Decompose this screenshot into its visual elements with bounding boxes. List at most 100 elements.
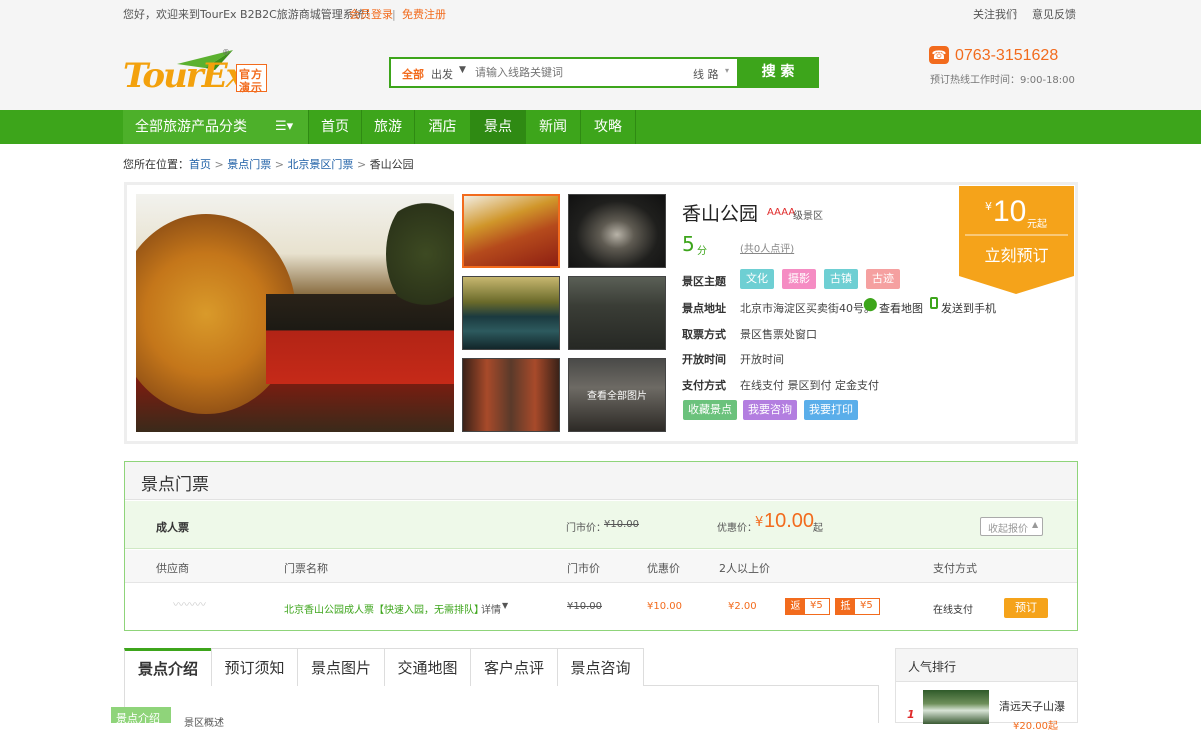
col-supplier: 供应商 [156, 562, 189, 575]
payment-label: 支付方式 [682, 379, 726, 392]
nav-news[interactable]: 新闻 [526, 110, 580, 144]
hotline-hours: 预订热线工作时间：9:00-18:00 [930, 75, 1075, 86]
search-type-select[interactable]: 线 路 [693, 66, 719, 82]
book-now-button[interactable]: 立刻预订 [959, 242, 1074, 266]
sale-price-label: 优惠价： [717, 523, 757, 534]
mobile-icon [930, 297, 938, 309]
tab-reviews[interactable]: 客户点评 [470, 648, 558, 686]
nav-attractions[interactable]: 景点 [471, 110, 525, 144]
market-price: ¥10.00 [604, 519, 639, 530]
search-input[interactable] [475, 60, 683, 85]
search-bar: 全部 出发 ▼ 线 路 ▾ 搜 索 [389, 57, 819, 88]
welcome-text: 您好，欢迎来到TourEx B2B2C旅游商城管理系统！ [123, 8, 376, 21]
thumbnail-6[interactable]: 查看全部图片 [568, 358, 666, 432]
tickets-section: 景点门票 成人票 门市价： ¥10.00 优惠价： ¥ 10.00 起 收起报价… [124, 461, 1078, 631]
consult-button[interactable]: 我要咨询 [743, 400, 797, 420]
official-demo-badge: 官方 演示 [236, 64, 267, 94]
hotline-number: 0763-3151628 [955, 47, 1059, 64]
search-scope-depart[interactable]: 出发 [431, 66, 453, 82]
chevron-up-icon: ▲ [1032, 520, 1039, 529]
tab-photos[interactable]: 景点图片 [297, 648, 385, 686]
market-price-label: 门市价： [566, 523, 606, 534]
nav-hotel[interactable]: 酒店 [415, 110, 470, 144]
tab-traffic-map[interactable]: 交通地图 [384, 648, 471, 686]
floating-section-tab[interactable]: 景点介绍 [111, 707, 171, 725]
hotline: ☎ 0763-3151628 预订热线工作时间：9:00-18:00 [929, 46, 1099, 86]
col-market-price: 门市价 [567, 562, 600, 575]
pickup-value: 景区售票处窗口 [740, 328, 817, 341]
ticket-name-link[interactable]: 北京香山公园成人票【快速入园，无需排队】 [284, 601, 484, 616]
ranking-title: 人气排行 [908, 660, 957, 674]
price-ribbon[interactable]: ¥ 10 元起 立刻预订 [959, 186, 1074, 294]
rebate-badge: 返 ¥5 [785, 598, 830, 615]
reviews-link[interactable]: (共0人点评) [740, 240, 794, 255]
chevron-down-icon: ▼ [502, 601, 509, 610]
view-all-photos-link[interactable]: 查看全部图片 [569, 387, 665, 402]
pickup-label: 取票方式 [682, 328, 726, 341]
attraction-level-suffix: 级景区 [793, 211, 823, 222]
ticket-detail-link[interactable]: 详情 [481, 601, 501, 616]
breadcrumb: 您所在位置：首页 > 景点门票 > 北京景区门票 > 香山公园 [123, 158, 414, 171]
book-ticket-button[interactable]: 预订 [1004, 598, 1048, 618]
tab-consult[interactable]: 景点咨询 [557, 648, 644, 686]
theme-tag[interactable]: 古镇 [824, 269, 858, 289]
print-button[interactable]: 我要打印 [804, 400, 858, 420]
main-photo[interactable] [136, 194, 454, 432]
login-link[interactable]: 会员登录 [349, 0, 393, 30]
theme-label: 景区主题 [682, 275, 726, 288]
deduct-badge: 抵 ¥5 [835, 598, 880, 615]
send-to-phone-link[interactable]: 发送到手机 [941, 300, 996, 316]
thumbnail-5[interactable] [462, 358, 560, 432]
attraction-score: 5 [682, 232, 695, 256]
top-separator: | [392, 8, 396, 21]
price-currency: ¥ [985, 200, 992, 213]
registered-mark: ® [222, 48, 230, 57]
ranking-item-photo[interactable] [923, 690, 989, 724]
register-link[interactable]: 免费注册 [402, 0, 446, 30]
category-menu-label: 全部旅游产品分类 [135, 119, 247, 135]
sale-currency: ¥ [755, 515, 764, 530]
nav-home[interactable]: 首页 [309, 110, 361, 144]
hours-label: 开放时间 [682, 353, 726, 366]
thumbnail-3[interactable] [462, 276, 560, 350]
breadcrumb-home[interactable]: 首页 [189, 158, 211, 171]
tab-intro[interactable]: 景点介绍 [124, 648, 212, 686]
tab-booking-notes[interactable]: 预订须知 [211, 648, 298, 686]
search-scope-all[interactable]: 全部 [402, 66, 424, 82]
main-nav: 全部旅游产品分类 ☰▾ 首页 旅游 酒店 景点 新闻 攻略 [0, 110, 1201, 144]
view-map-link[interactable]: 查看地图 [879, 300, 923, 316]
site-logo[interactable]: TourEx ® 官方 演示 [123, 46, 273, 96]
thumbnail-1[interactable] [462, 194, 560, 268]
tickets-title: 景点门票 [141, 475, 209, 495]
address-value: 北京市海淀区买卖街40号。 [740, 302, 875, 315]
starting-price: 10 [993, 195, 1027, 228]
theme-tag[interactable]: 古迹 [866, 269, 900, 289]
ranking-item-name[interactable]: 清远天子山瀑 [999, 698, 1065, 714]
follow-us-menu[interactable]: 关注我们 [973, 0, 1017, 30]
row-payment: 在线支付 [933, 605, 973, 616]
breadcrumb-tickets[interactable]: 景点门票 [227, 158, 271, 171]
nav-travel[interactable]: 旅游 [362, 110, 414, 144]
overview-heading: 景区概述 [184, 718, 224, 729]
phone-icon: ☎ [929, 46, 949, 64]
feedback-link[interactable]: 意见反馈 [1032, 0, 1076, 30]
nav-guides[interactable]: 攻略 [581, 110, 635, 144]
content-panel [124, 685, 879, 723]
chevron-down-icon: ▾ [1013, 9, 1018, 18]
theme-tag[interactable]: 文化 [740, 269, 774, 289]
map-pin-icon: ⬤ [863, 297, 878, 312]
address-label: 景点地址 [682, 302, 726, 315]
collapse-prices-button[interactable]: 收起报价 ▲ [980, 517, 1043, 536]
attraction-level: AAAA [767, 207, 796, 218]
breadcrumb-beijing[interactable]: 北京景区门票 [287, 158, 353, 171]
favorite-button[interactable]: 收藏景点 [683, 400, 737, 420]
category-menu[interactable]: 全部旅游产品分类 ☰▾ [123, 110, 308, 144]
list-icon: ☰▾ [275, 119, 294, 134]
thumbnail-4[interactable] [568, 276, 666, 350]
thumbnail-2[interactable] [568, 194, 666, 268]
header: TourEx ® 官方 演示 全部 出发 ▼ 线 路 ▾ 搜 索 ☎ 0763-… [0, 32, 1201, 110]
search-button[interactable]: 搜 索 [737, 57, 819, 88]
theme-tag[interactable]: 摄影 [782, 269, 816, 289]
hours-value: 开放时间 [740, 353, 784, 366]
ticket-group-row: 成人票 门市价： ¥10.00 优惠价： ¥ 10.00 起 收起报价 ▲ [125, 501, 1077, 549]
